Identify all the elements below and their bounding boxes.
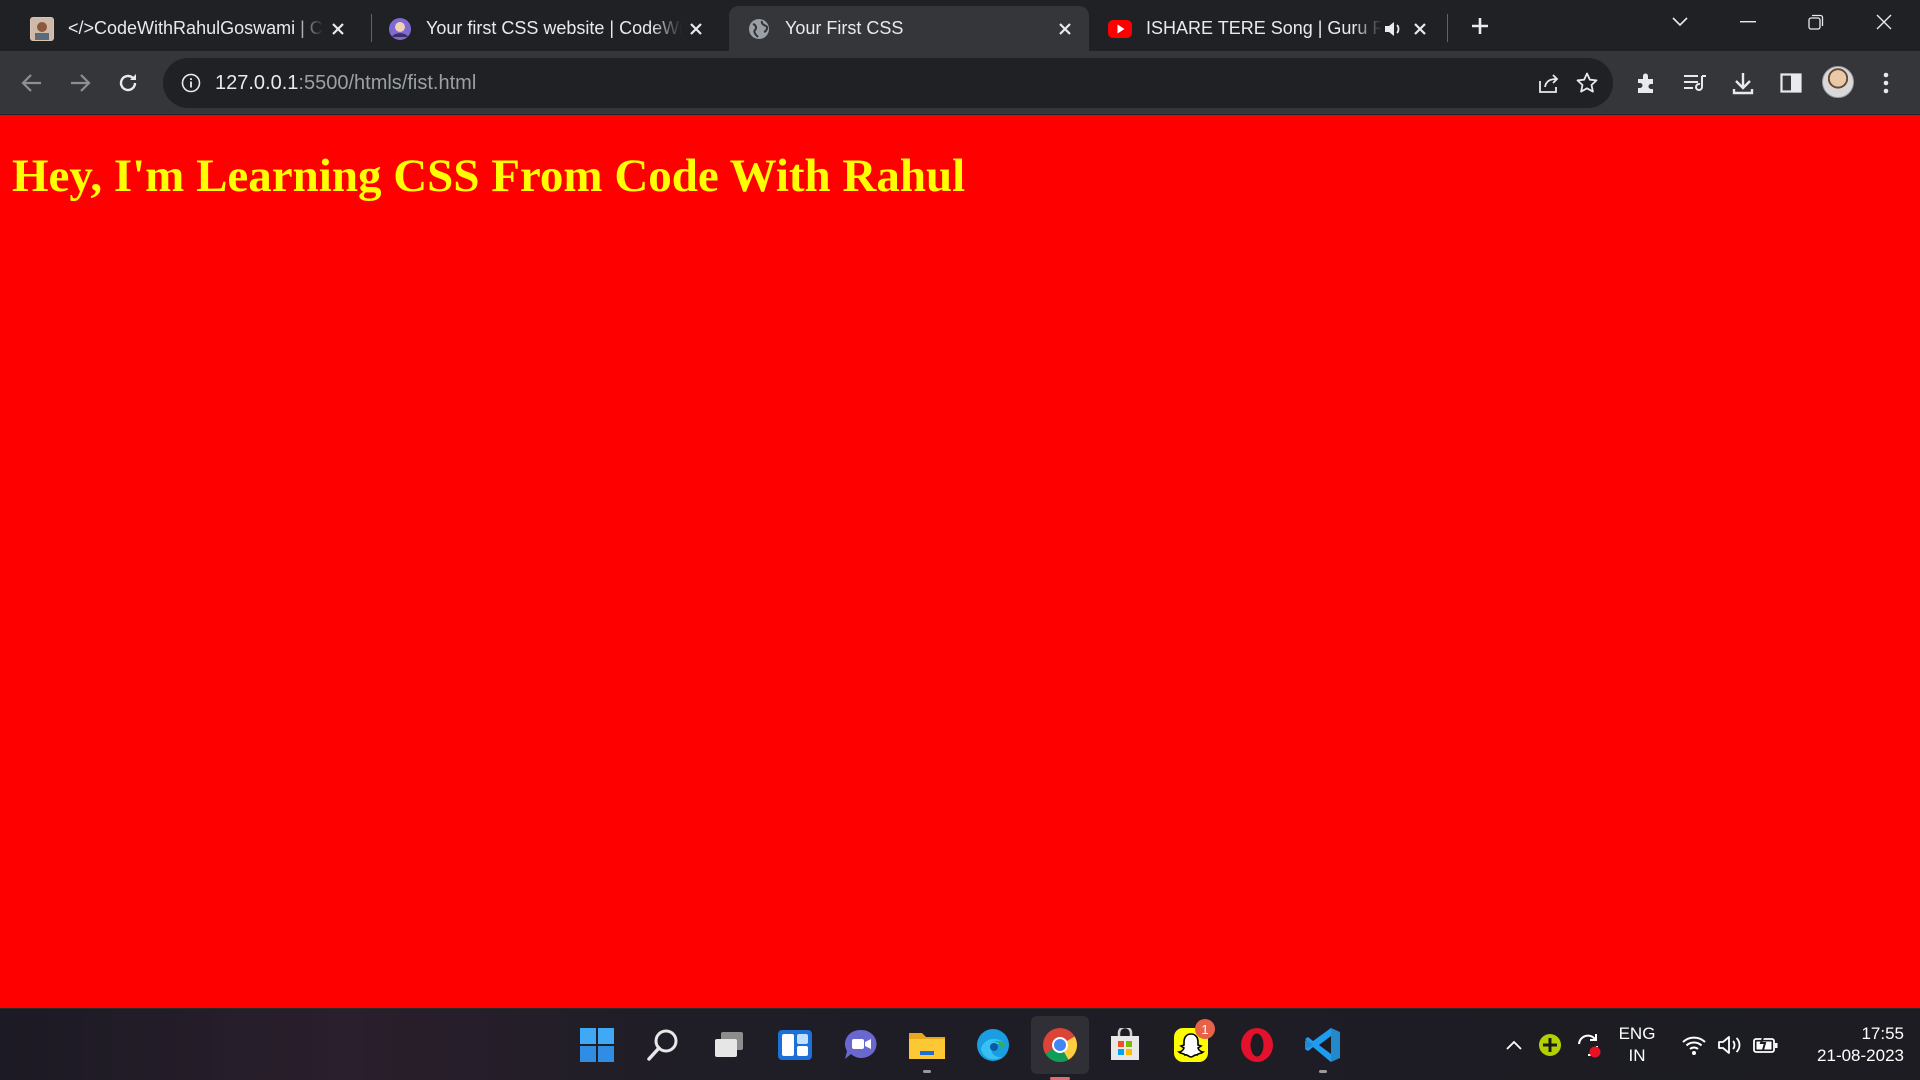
notification-badge: 1 [1195,1019,1215,1039]
running-indicator [923,1070,931,1073]
snapchat-icon[interactable]: 1 [1169,1019,1215,1067]
show-hidden-icons-chevron-up-icon[interactable] [1496,1027,1532,1063]
close-tab-icon[interactable] [682,15,710,43]
tab-title: ISHARE TERE Song | Guru Randhawa [1146,18,1382,38]
teams-chat-icon[interactable] [839,1023,883,1067]
youtube-icon [1108,17,1132,41]
avatar-icon [388,17,412,41]
page-heading: Hey, I'm Learning CSS From Code With Rah… [12,150,966,202]
tray-app-plus-icon[interactable] [1532,1027,1568,1063]
windows-start-icon[interactable] [575,1023,619,1067]
language-code: ENG [1618,1024,1656,1043]
close-tab-icon[interactable] [1406,15,1434,43]
page-viewport: Hey, I'm Learning CSS From Code With Rah… [0,115,1920,1009]
bookmark-star-icon[interactable] [1569,65,1605,101]
tab-title: </>CodeWithRahulGoswami | CSS [68,18,324,38]
input-language-indicator[interactable]: ENG IN [1612,1023,1662,1067]
battery-charging-icon[interactable] [1748,1027,1784,1063]
kebab-menu-icon[interactable] [1868,65,1904,101]
clock-date: 21-08-2023 [1817,1046,1904,1065]
url-text[interactable]: 127.0.0.1:5500/htmls/fist.html [215,72,476,95]
extensions-puzzle-icon[interactable] [1629,65,1665,101]
restore-icon[interactable] [1782,0,1850,44]
vscode-icon[interactable] [1301,1023,1345,1073]
reload-icon[interactable] [110,65,146,101]
share-icon[interactable] [1531,65,1567,101]
close-tab-icon[interactable] [324,15,352,43]
url-host: 127.0.0.1 [215,71,299,94]
browser-toolbar: 127.0.0.1:5500/htmls/fist.html [0,51,1920,114]
chrome-icon[interactable] [1031,1016,1089,1080]
region-code: IN [1628,1046,1646,1065]
tab-separator [1447,14,1448,42]
close-window-icon[interactable] [1850,0,1918,44]
url-path: :5500/htmls/fist.html [298,71,477,94]
speaker-icon[interactable] [1384,16,1402,42]
forward-arrow-icon[interactable] [62,65,98,101]
minimize-icon[interactable] [1714,0,1782,44]
tab-title: Your first CSS website | CodeWithHarry [426,18,682,38]
address-bar[interactable]: 127.0.0.1:5500/htmls/fist.html [163,58,1613,108]
new-tab-plus-icon[interactable] [1464,10,1496,42]
microsoft-store-icon[interactable] [1103,1023,1147,1067]
file-explorer-icon[interactable] [905,1023,949,1073]
edge-icon[interactable] [971,1023,1015,1067]
running-indicator [1319,1070,1327,1073]
download-icon[interactable] [1725,65,1761,101]
clock-time: 17:55 [1861,1024,1904,1043]
tab-search-chevron-down-icon[interactable] [1646,0,1714,44]
site-info-icon[interactable] [179,71,203,95]
globe-icon [747,17,771,41]
tab-ishare-tere-song[interactable]: ISHARE TERE Song | Guru Randhawa [1090,6,1444,51]
tab-your-first-css[interactable]: Your First CSS [729,6,1089,51]
media-queue-icon[interactable] [1677,65,1713,101]
volume-icon[interactable] [1712,1027,1748,1063]
tab-codewithrahulgoswami[interactable]: </>CodeWithRahulGoswami | CSS [12,6,362,51]
profile-photo-icon [30,16,54,41]
close-tab-icon[interactable] [1051,15,1079,43]
clock[interactable]: 17:55 21-08-2023 [1792,1023,1904,1067]
back-arrow-icon[interactable] [14,65,50,101]
profile-avatar-icon[interactable] [1822,66,1854,98]
tab-strip: </>CodeWithRahulGoswami | CSS Your first… [0,0,1920,51]
search-icon[interactable] [641,1023,685,1067]
tab-title: Your First CSS [785,18,904,38]
widgets-icon[interactable] [773,1023,817,1067]
wifi-icon[interactable] [1676,1027,1712,1063]
sync-alert-icon[interactable] [1570,1027,1606,1063]
side-panel-icon[interactable] [1773,65,1809,101]
task-view-icon[interactable] [707,1023,751,1067]
windows-taskbar: 1 ENG IN 17:55 21-08-2023 [0,1008,1920,1080]
opera-icon[interactable] [1235,1023,1279,1067]
tab-your-first-css-website[interactable]: Your first CSS website | CodeWithHarry [370,6,720,51]
